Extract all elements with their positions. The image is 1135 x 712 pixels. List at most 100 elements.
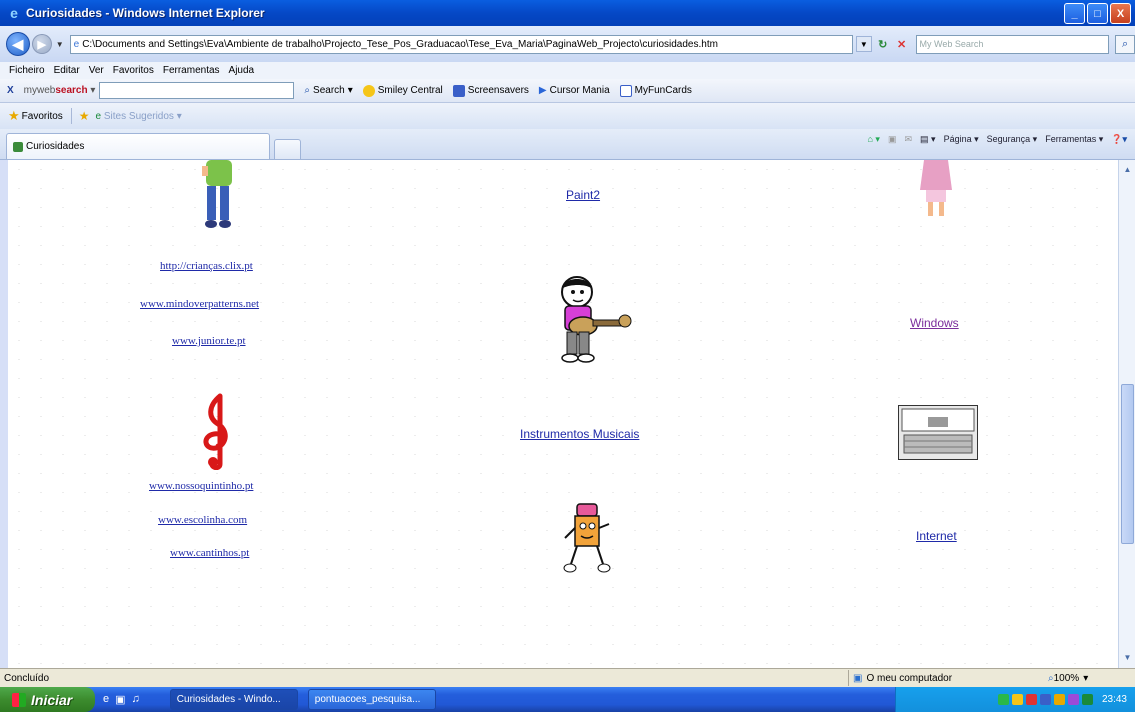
brand-bold: search (55, 85, 88, 96)
tab-curiosidades[interactable]: Curiosidades (6, 133, 270, 159)
forward-arrow-icon[interactable]: ▶ (31, 34, 52, 54)
refresh-icon[interactable]: ↻ (875, 36, 891, 52)
favorites-button[interactable]: Favoritos (22, 111, 63, 122)
new-tab-button[interactable] (274, 139, 301, 159)
window-title: Curiosidades - Windows Internet Explorer (26, 6, 265, 20)
search-icon[interactable]: ⌕ (1115, 34, 1135, 54)
print-icon[interactable]: ▤ ▾ (920, 134, 936, 145)
task-pontuacoes[interactable]: pontuacoes_pesquisa... (307, 689, 436, 710)
card-icon (619, 84, 632, 97)
desktop-quicklaunch-icon[interactable]: ▣ (115, 693, 125, 706)
link-junior[interactable]: www.junior.te.pt (172, 335, 246, 347)
status-bar: Concluído ▣ O meu computador ⌕ 100% ▾ (0, 668, 1135, 687)
menu-favoritos[interactable]: Favoritos (113, 65, 154, 76)
tray-shield-icon[interactable] (1039, 694, 1051, 705)
toolbar-search-input[interactable] (99, 82, 295, 99)
help-icon[interactable]: ❓▾ (1111, 134, 1127, 145)
link-nossoquintinho[interactable]: www.nossoquintinho.pt (149, 480, 253, 492)
address-dropdown-icon[interactable]: ▼ (855, 36, 872, 52)
favorites-star-icon[interactable]: ★ (8, 108, 20, 124)
zoom-dropdown-icon: ▾ (1083, 672, 1089, 684)
media-quicklaunch-icon[interactable]: ♫ (132, 693, 140, 706)
menu-ferramentas[interactable]: Ferramentas (163, 65, 220, 76)
history-dropdown-icon[interactable]: ▼ (56, 40, 64, 49)
child-figure-image (202, 160, 232, 228)
address-field[interactable]: e C:\Documents and Settings\Eva\Ambiente… (69, 34, 853, 54)
treble-clef-image (203, 393, 228, 470)
security-menu[interactable]: Segurança ▾ (987, 134, 1038, 145)
clock: 23:43 (1101, 694, 1127, 705)
menu-ver[interactable]: Ver (89, 65, 104, 76)
toolbar-brand[interactable]: mywebsearch ▾ (24, 85, 96, 96)
myweb-search-toolbar: X mywebsearch ▾ ⌕ Search ▾ Smiley Central… (0, 79, 1135, 103)
page-menu-label: Página (943, 134, 972, 144)
scroll-thumb[interactable] (1121, 384, 1134, 544)
close-toolbar-icon[interactable]: X (7, 85, 14, 96)
zoom-control[interactable]: ⌕ 100% ▾ (1048, 670, 1088, 686)
start-button[interactable]: Iniciar (0, 687, 95, 712)
screensavers-button[interactable]: Screensavers (452, 84, 529, 97)
minimize-button[interactable]: _ (1064, 3, 1085, 24)
tools-menu-label: Ferramentas (1045, 134, 1097, 144)
tab-title: Curiosidades (26, 141, 85, 152)
tray-smiley-icon[interactable] (1011, 694, 1023, 705)
close-button[interactable]: X (1110, 3, 1131, 24)
link-internet[interactable]: Internet (916, 529, 957, 543)
link-criancas[interactable]: http://crianças.clix.pt (160, 260, 253, 272)
page-menu[interactable]: Página ▾ (944, 134, 979, 145)
search-label: Search (313, 85, 345, 96)
taskbar: Iniciar e ▣ ♫ Curiosidades - Windo... po… (0, 687, 1135, 712)
tools-menu[interactable]: Ferramentas ▾ (1045, 134, 1103, 145)
back-arrow-icon[interactable]: ◀ (6, 32, 30, 56)
maximize-button[interactable]: □ (1087, 3, 1108, 24)
system-tray: 23:43 (895, 687, 1135, 712)
menu-editar[interactable]: Editar (54, 65, 80, 76)
link-windows[interactable]: Windows (910, 316, 959, 330)
smiley-central-button[interactable]: Smiley Central (362, 84, 443, 97)
menu-ajuda[interactable]: Ajuda (229, 65, 255, 76)
read-mail-icon[interactable]: ✉ (904, 134, 912, 145)
zoom-value: 100% (1053, 672, 1080, 684)
cursor-mania-button[interactable]: ▶ Cursor Mania (539, 85, 610, 96)
link-escolinha[interactable]: www.escolinha.com (158, 514, 247, 526)
funcards-button[interactable]: MyFunCards (619, 84, 692, 97)
tray-update-icon[interactable] (1053, 694, 1065, 705)
tray-app-icon[interactable] (1067, 694, 1079, 705)
scroll-up-icon[interactable]: ▲ (1121, 162, 1134, 177)
cursor-label: Cursor Mania (549, 85, 610, 96)
page-content: http://crianças.clix.pt www.mindoverpatt… (8, 160, 1118, 668)
suggested-sites-button[interactable]: e Sites Sugeridos ▾ (96, 111, 182, 122)
favorites-bar: ★ Favoritos ★ e Sites Sugeridos ▾ (0, 103, 1135, 129)
link-cantinhos[interactable]: www.cantinhos.pt (170, 547, 249, 559)
link-instrumentos-musicais[interactable]: Instrumentos Musicais (520, 427, 639, 441)
menu-ficheiro[interactable]: Ficheiro (9, 65, 45, 76)
windows-flag-icon (12, 692, 26, 707)
link-paint2[interactable]: Paint2 (566, 188, 600, 202)
stop-icon[interactable]: ✕ (894, 36, 910, 52)
computer-icon: ▣ (853, 672, 863, 684)
task-curiosidades-label: Curiosidades - Windo... (176, 694, 281, 705)
tray-network-icon[interactable] (997, 694, 1009, 705)
pink-girl-image (920, 160, 952, 216)
address-url: C:\Documents and Settings\Eva\Ambiente d… (82, 38, 718, 50)
task-pontuacoes-label: pontuacoes_pesquisa... (314, 694, 421, 705)
ie-quicklaunch-icon[interactable]: e (103, 693, 109, 706)
search-input[interactable]: My Web Search (915, 34, 1110, 54)
tray-security-icon[interactable] (1025, 694, 1037, 705)
keyboard-thumbnail-image (898, 405, 978, 460)
tray-volume-icon[interactable] (1081, 694, 1093, 705)
add-favorite-icon[interactable]: ★ (79, 109, 90, 123)
status-text: Concluído (4, 672, 50, 684)
screensavers-label: Screensavers (467, 85, 529, 96)
task-curiosidades[interactable]: Curiosidades - Windo... (169, 689, 298, 710)
feeds-icon[interactable]: ▣ (888, 134, 897, 145)
suggested-sites-label: Sites Sugeridos (103, 110, 174, 122)
vertical-scrollbar[interactable]: ▲ ▼ (1118, 160, 1135, 668)
home-icon[interactable]: ⌂ ▾ (868, 134, 880, 145)
search-icon: ⌕ (304, 85, 311, 96)
toolbar-search-button[interactable]: ⌕ Search ▾ (304, 85, 352, 96)
tab-page-icon (13, 141, 23, 152)
scroll-down-icon[interactable]: ▼ (1121, 650, 1134, 665)
ie-window: e Curiosidades - Windows Internet Explor… (0, 0, 1135, 712)
link-mindoverpatterns[interactable]: www.mindoverpatterns.net (140, 298, 259, 310)
